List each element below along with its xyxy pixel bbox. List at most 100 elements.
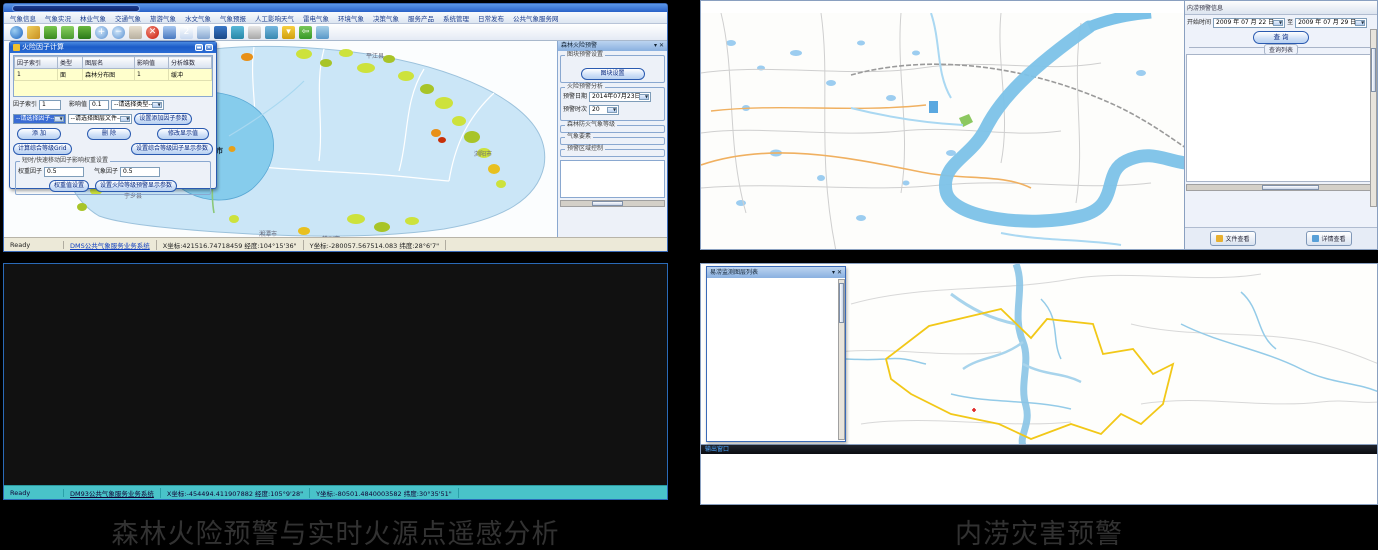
menu-item[interactable]: 雷电气象	[303, 13, 329, 23]
layer-close-icon[interactable]: ✕	[837, 270, 842, 276]
calc-grid-button[interactable]: 计算综合等级Grid	[13, 143, 72, 155]
export-icon[interactable]	[265, 26, 278, 39]
col-header[interactable]: 分析维数	[169, 57, 212, 69]
type-select[interactable]: --请选择类型--	[111, 100, 164, 110]
pan-plane-icon[interactable]	[61, 26, 74, 39]
status-y-coord: Y坐标:-280057.567514.083 纬度:28°6'7"	[304, 240, 447, 250]
modify-display-button[interactable]: 修改显示值	[157, 128, 209, 140]
warn-display-button[interactable]: 设置火险等级预警显示参数	[95, 180, 177, 192]
query-button[interactable]: 查 询	[1253, 31, 1309, 44]
layers-icon[interactable]	[214, 26, 227, 39]
image-icon[interactable]	[316, 26, 329, 39]
date-from-select[interactable]: 2009 年 07 月 22 日	[1213, 18, 1285, 28]
chart-icon[interactable]	[231, 26, 244, 39]
file-view-button[interactable]: 文件查看	[1210, 231, 1255, 246]
menu-item[interactable]: 服务产品	[408, 13, 434, 23]
menu-item[interactable]: 气象信息	[10, 13, 36, 23]
block-set-button[interactable]: 图块设置	[581, 68, 645, 80]
menu-item[interactable]: 环境气象	[338, 13, 364, 23]
layer-select[interactable]: --请选择图层文件--	[68, 114, 133, 124]
col-header[interactable]: 类型	[57, 57, 82, 69]
window2-icon[interactable]: 2	[180, 26, 193, 39]
menu-item[interactable]: 气象实况	[45, 13, 71, 23]
fire-panel-bottom-buttons	[558, 207, 667, 210]
col-header[interactable]: 影响值	[134, 57, 168, 69]
fire-factor-dialog[interactable]: 火险因子计算 ▬ ✕ 因子索引类型图层名影响值分析维数1面森林分布图1缓冲 因子…	[9, 41, 217, 189]
menu-item[interactable]: 林业气象	[80, 13, 106, 23]
query-list-title: 查询列表	[1264, 44, 1298, 55]
warn-date-select[interactable]: 2014年07月23日	[589, 92, 651, 102]
meteo-input[interactable]: 0.5	[120, 167, 160, 177]
table-row[interactable]: 1面森林分布图1缓冲	[15, 69, 212, 81]
measure-icon[interactable]	[27, 26, 40, 39]
factor-table[interactable]: 因子索引类型图层名影响值分析维数1面森林分布图1缓冲	[13, 55, 213, 97]
menu-item[interactable]: 决策气象	[373, 13, 399, 23]
caption-right: 内涝灾害预警	[700, 512, 1378, 550]
menu-item[interactable]: 人工影响天气	[255, 13, 294, 23]
window-title-tab	[12, 5, 140, 12]
menu-item[interactable]: 公共气象服务网	[513, 13, 559, 23]
zoom-in-icon[interactable]: +	[95, 26, 108, 39]
layer-panel: 易涝监测图层列表 ▾ ✕	[706, 266, 846, 442]
zoom-out-icon[interactable]: −	[112, 26, 125, 39]
sidebar-hscroll[interactable]	[1186, 184, 1376, 191]
menu-item[interactable]: 气象预报	[220, 13, 246, 23]
menu-item[interactable]: 日常发布	[478, 13, 504, 23]
select-plane-icon[interactable]	[44, 26, 57, 39]
fire-panel-hscroll[interactable]	[560, 200, 665, 207]
impact-input[interactable]: 0.1	[89, 100, 109, 110]
fire-dialog-titlebar[interactable]: 火险因子计算 ▬ ✕	[10, 42, 216, 53]
print-icon[interactable]	[248, 26, 261, 39]
back-arrow-icon[interactable]: ⇦	[299, 26, 312, 39]
warn-time-select[interactable]: 20	[589, 105, 619, 115]
g4-title: 气象要素	[565, 134, 593, 140]
close-icon[interactable]: ✕	[659, 43, 664, 49]
warning-query-table[interactable]	[1186, 54, 1376, 182]
menu-item[interactable]: 旅游气象	[150, 13, 176, 23]
scale-icon[interactable]	[197, 26, 210, 39]
dialog-title: 火险因子计算	[22, 44, 64, 51]
sat-status-system-link[interactable]: DM93公共气象服务业务系统	[64, 488, 161, 498]
add-button[interactable]: 添 加	[17, 128, 61, 140]
delete-button[interactable]: 删 除	[87, 128, 131, 140]
satellite-image[interactable]	[4, 264, 667, 485]
satellite-status-bar: Ready DM93公共气象服务业务系统 X坐标:-454494.4119078…	[4, 485, 667, 499]
weight-group-title: 短时/快速移动因子影响权重设置	[20, 158, 110, 164]
flood-monitor-map[interactable]: 易涝监测图层列表 ▾ ✕	[701, 264, 1377, 446]
weight-label: 权重因子	[18, 169, 42, 175]
rotate-plane-icon[interactable]	[78, 26, 91, 39]
globe-icon[interactable]	[10, 26, 23, 39]
dialog-minimize-button[interactable]: ▬	[195, 44, 203, 51]
sat-status-y-coord: Y坐标:-80501.4840003582 纬度:30°35'51"	[310, 488, 459, 498]
status-system-link[interactable]: DMS公共气象服务业务系统	[64, 240, 157, 250]
set-add-factor-params-button[interactable]: 设置添加因子参数	[134, 113, 192, 125]
menu-item[interactable]: 水文气象	[185, 13, 211, 23]
date-range-label: 开始时间	[1187, 20, 1211, 26]
sat-status-ready: Ready	[4, 489, 64, 497]
collapse-icon[interactable]: ▾	[832, 270, 835, 276]
weight-input[interactable]: 0.5	[44, 167, 84, 177]
date-to-select[interactable]: 2009 年 07 月 29 日	[1295, 18, 1367, 28]
layer-vscroll[interactable]	[838, 279, 845, 440]
full-extent-icon[interactable]	[163, 26, 176, 39]
hand-pan-icon[interactable]	[129, 26, 142, 39]
close-red-icon[interactable]: ✕	[146, 26, 159, 39]
weight-set-button[interactable]: 权重值设置	[49, 180, 89, 192]
detail-view-button[interactable]: 详情查看	[1306, 231, 1351, 246]
factor-select[interactable]: --请选择因子--	[13, 114, 66, 124]
menu-item[interactable]: 系统管理	[443, 13, 469, 23]
status-ready: Ready	[4, 241, 64, 249]
col-header[interactable]: 因子索引	[15, 57, 58, 69]
sidebar-vscroll[interactable]	[1370, 29, 1377, 207]
warning-region-list[interactable]	[560, 160, 665, 198]
output-window: 输出窗口	[701, 444, 1377, 504]
menu-item[interactable]: 交通气象	[115, 13, 141, 23]
pin-icon[interactable]: ▾	[654, 43, 657, 49]
col-header[interactable]: 图层名	[83, 57, 135, 69]
set-display-params-button[interactable]: 设置综合等级因子显示参数	[131, 143, 213, 155]
pin-icon[interactable]: ▾	[282, 26, 295, 39]
factor-index-input[interactable]: 1	[39, 100, 61, 110]
dialog-close-button[interactable]: ✕	[205, 44, 213, 51]
layer-panel-titlebar[interactable]: 易涝监测图层列表 ▾ ✕	[707, 267, 845, 278]
street-map[interactable]	[701, 13, 1184, 249]
